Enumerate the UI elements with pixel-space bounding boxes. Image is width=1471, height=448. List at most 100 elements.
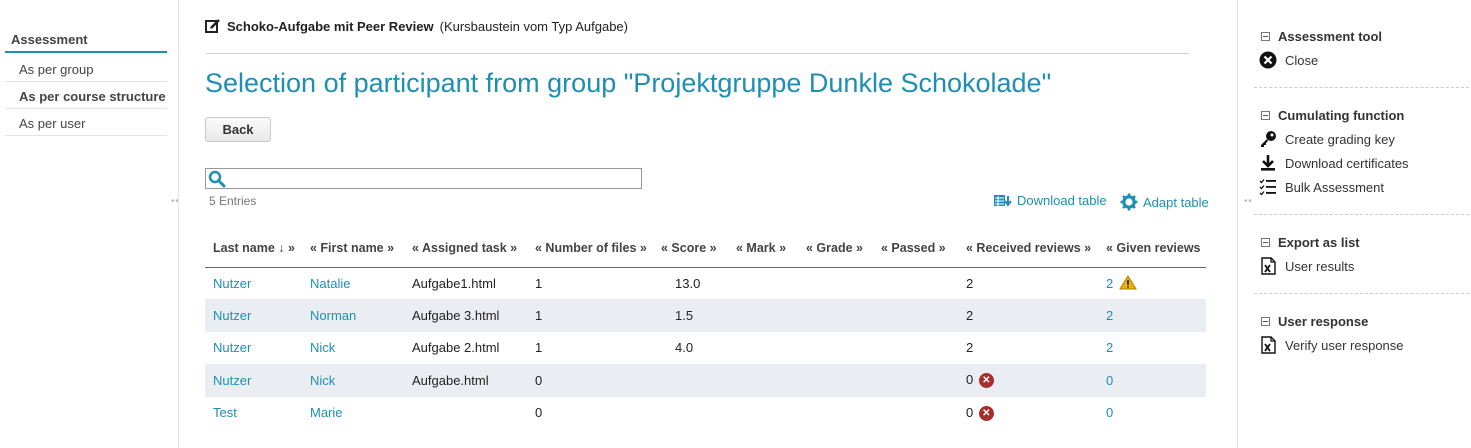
user-response-section: User response Verify user response	[1254, 309, 1469, 357]
number-of-files-cell: 0	[527, 364, 653, 397]
score-cell	[653, 397, 728, 429]
given-reviews-cell[interactable]: 2	[1098, 267, 1206, 299]
excel-file-icon	[1261, 257, 1276, 275]
last-name-link[interactable]: Test	[205, 397, 302, 429]
header-divider	[206, 53, 1189, 54]
bulk-assessment-link[interactable]: Bulk Assessment	[1254, 175, 1469, 199]
score-cell: 4.0	[675, 340, 694, 356]
tools-panel: Assessment tool Close Cumulating functio…	[1254, 0, 1471, 448]
download-table-link[interactable]: Download table	[994, 193, 1107, 208]
section-title: Cumulating function	[1278, 107, 1405, 123]
download-icon	[1261, 155, 1275, 171]
received-reviews-value: 0	[966, 372, 974, 388]
nav-item-as-per-user[interactable]: As per user	[5, 110, 167, 136]
passed-cell	[873, 332, 958, 364]
table-row: Test Marie 0 0 ✕ 0	[205, 397, 1206, 429]
given-reviews-link[interactable]: 2	[1106, 308, 1113, 323]
given-reviews-link[interactable]: 0	[1106, 405, 1113, 420]
column-header-first-name[interactable]: « First name »	[302, 230, 404, 268]
given-reviews-cell[interactable]: 0	[1098, 397, 1206, 429]
section-divider	[1254, 293, 1469, 294]
entries-count: 5 Entries	[209, 194, 257, 208]
section-divider	[1254, 214, 1469, 215]
checklist-icon	[1259, 179, 1276, 196]
column-header-number-of-files[interactable]: « Number of files »	[527, 230, 653, 268]
mark-cell	[728, 364, 798, 397]
column-header-received-reviews[interactable]: « Received reviews »	[958, 230, 1098, 268]
column-header-score[interactable]: « Score »	[653, 230, 728, 268]
assessment-tool-section: Assessment tool Close	[1254, 24, 1469, 72]
assigned-task-cell: Aufgabe.html	[404, 364, 527, 397]
back-button[interactable]: Back	[205, 117, 271, 142]
create-grading-key-link[interactable]: Create grading key	[1254, 127, 1469, 151]
score-cell: 1.5	[653, 299, 728, 332]
search-input[interactable]	[205, 168, 642, 189]
warning-icon	[1118, 275, 1137, 290]
first-name-link[interactable]: Nick	[302, 364, 404, 397]
column-header-passed[interactable]: « Passed »	[873, 230, 958, 268]
column-header-mark[interactable]: « Mark »	[728, 230, 798, 268]
right-divider	[1237, 0, 1238, 448]
nav-title: Assessment	[5, 29, 167, 53]
mark-cell	[728, 299, 798, 332]
first-name-link[interactable]: Norman	[302, 299, 404, 332]
number-of-files-cell: 1	[535, 275, 543, 291]
search-icon	[208, 170, 226, 188]
section-title: Assessment tool	[1278, 28, 1383, 44]
section-header[interactable]: Assessment tool	[1254, 24, 1469, 48]
received-reviews-cell: 2	[958, 267, 1098, 299]
received-reviews-cell: 0 ✕	[958, 397, 1098, 429]
nav-item-as-per-group[interactable]: As per group	[5, 56, 167, 82]
first-name-link[interactable]: Natalie	[302, 267, 404, 299]
number-of-files-cell: 1	[535, 340, 543, 356]
received-reviews-cell: 0 ✕	[958, 364, 1098, 397]
close-tool-link[interactable]: Close	[1254, 48, 1469, 72]
last-name-link[interactable]: Nutzer	[205, 299, 302, 332]
download-certificates-link[interactable]: Download certificates	[1254, 151, 1469, 175]
section-header[interactable]: Export as list	[1254, 230, 1469, 254]
verify-user-response-link[interactable]: Verify user response	[1254, 333, 1469, 357]
last-name-link[interactable]: Nutzer	[205, 332, 302, 364]
passed-cell	[873, 397, 958, 429]
given-reviews-cell[interactable]: 0	[1098, 364, 1206, 397]
first-name-link[interactable]: Marie	[302, 397, 404, 429]
left-resize-handle[interactable]: • •	[171, 196, 179, 207]
assessment-page: Assessment As per group As per course st…	[0, 0, 1471, 448]
column-header-last-name[interactable]: Last name ↓ »	[205, 230, 302, 268]
mark-cell	[728, 332, 798, 364]
first-name-link[interactable]: Nick	[302, 332, 404, 364]
last-name-link[interactable]: Nutzer	[205, 364, 302, 397]
main-content: Schoko-Aufgabe mit Peer Review (Kursbaus…	[179, 0, 1237, 448]
last-name-link[interactable]: Nutzer	[205, 267, 302, 299]
passed-cell	[873, 299, 958, 332]
received-reviews-value: 2	[966, 275, 974, 291]
column-header-given-reviews[interactable]: « Given reviews	[1098, 230, 1206, 268]
given-reviews-cell[interactable]: 2	[1098, 299, 1206, 332]
right-resize-handle[interactable]: • •	[1244, 196, 1252, 207]
collapse-icon	[1261, 237, 1270, 247]
column-header-grade[interactable]: « Grade »	[798, 230, 873, 268]
table-row: Nutzer Natalie Aufgabe1.html 1 13.0 2 2	[205, 267, 1206, 299]
adapt-table-link[interactable]: Adapt table	[1120, 193, 1209, 211]
column-header-assigned-task[interactable]: « Assigned task »	[404, 230, 527, 268]
assigned-task-cell: Aufgabe1.html	[412, 275, 496, 291]
nav-item-as-per-course-structure[interactable]: As per course structure	[5, 83, 167, 109]
given-reviews-link[interactable]: 2	[1106, 276, 1113, 291]
grade-cell	[798, 332, 873, 364]
key-icon	[1261, 131, 1276, 147]
page-title: Selection of participant from group "Pro…	[205, 68, 1052, 98]
received-reviews-value: 2	[966, 340, 974, 356]
number-of-files-cell: 0	[535, 405, 543, 421]
given-reviews-link[interactable]: 2	[1106, 340, 1113, 355]
gear-icon	[1120, 193, 1138, 211]
given-reviews-link[interactable]: 0	[1106, 373, 1113, 388]
create-grading-key-label: Create grading key	[1285, 131, 1395, 147]
given-reviews-cell[interactable]: 2	[1098, 332, 1206, 364]
mark-cell	[728, 397, 798, 429]
received-reviews-cell: 2	[958, 299, 1098, 332]
section-header[interactable]: Cumulating function	[1254, 103, 1469, 127]
participants-table: Last name ↓ » « First name » « Assigned …	[205, 230, 1206, 429]
assigned-task-cell: Aufgabe 3.html	[404, 299, 527, 332]
user-results-link[interactable]: User results	[1254, 254, 1469, 278]
section-header[interactable]: User response	[1254, 309, 1469, 333]
